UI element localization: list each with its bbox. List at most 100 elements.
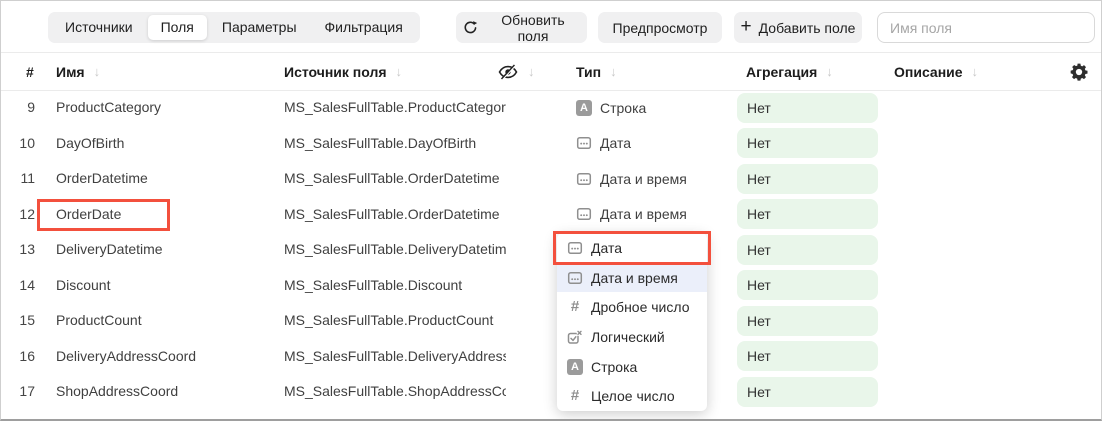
type-dropdown-menu: Дата Дата и время # Дробное число: [557, 233, 707, 411]
column-header-type: Тип ↓: [576, 53, 617, 90]
field-type-cell[interactable]: Дата и время: [576, 161, 687, 197]
refresh-icon: [462, 20, 478, 36]
type-option-boolean[interactable]: Логический: [557, 322, 707, 352]
sort-icon[interactable]: ↓: [528, 64, 535, 79]
aggregation-cell[interactable]: Нет: [737, 93, 878, 123]
sort-icon[interactable]: ↓: [94, 64, 101, 79]
date-type-icon: [576, 135, 592, 151]
field-source-cell[interactable]: MS_SalesFullTable.DayOfBirth: [284, 126, 506, 162]
datetime-type-icon: [576, 171, 592, 187]
field-name-cell[interactable]: OrderDatetime: [56, 161, 148, 197]
refresh-fields-label: Обновить поля: [485, 12, 581, 44]
row-number: 17: [15, 374, 35, 410]
add-field-button[interactable]: + Добавить поле: [734, 12, 862, 43]
column-header-name: Имя ↓: [56, 53, 100, 90]
sort-icon[interactable]: ↓: [972, 64, 979, 79]
boolean-type-icon: [567, 329, 583, 345]
tab-filtering[interactable]: Фильтрация: [312, 15, 416, 40]
tab-bar: Источники Поля Параметры Фильтрация: [48, 12, 420, 43]
field-source-cell[interactable]: MS_SalesFullTable.OrderDatetime: [284, 161, 506, 197]
toolbar: Источники Поля Параметры Фильтрация Обно…: [1, 1, 1101, 53]
field-name-cell[interactable]: DeliveryDatetime: [56, 232, 163, 268]
row-number: 11: [15, 161, 35, 197]
field-source-cell[interactable]: MS_SalesFullTable.ShopAddressCoord: [284, 374, 506, 410]
field-type-label: Дата и время: [600, 206, 687, 222]
aggregation-cell[interactable]: Нет: [737, 270, 878, 300]
aggregation-cell[interactable]: Нет: [737, 164, 878, 194]
aggregation-cell[interactable]: Нет: [737, 306, 878, 336]
field-name-cell[interactable]: Discount: [56, 268, 110, 304]
row-number: 16: [15, 339, 35, 375]
row-number: 13: [15, 232, 35, 268]
field-name-cell[interactable]: DayOfBirth: [56, 126, 124, 162]
field-name-cell[interactable]: ProductCount: [56, 303, 142, 339]
type-option-datetime[interactable]: Дата и время: [557, 263, 707, 293]
tab-parameters[interactable]: Параметры: [209, 15, 310, 40]
add-field-label: Добавить поле: [759, 20, 856, 36]
type-option-label: Дата и время: [591, 270, 678, 286]
table-row: 12 OrderDate MS_SalesFullTable.OrderDate…: [1, 197, 1101, 233]
field-name-cell[interactable]: DeliveryAddressCoord: [56, 339, 196, 375]
aggregation-cell[interactable]: Нет: [737, 235, 878, 265]
field-type-label: Строка: [600, 100, 646, 116]
column-header-number: #: [26, 53, 34, 90]
table-settings-button[interactable]: [1069, 53, 1089, 90]
table-row: 15 ProductCount MS_SalesFullTable.Produc…: [1, 303, 1101, 339]
field-type-cell[interactable]: Дата: [576, 126, 631, 162]
tab-fields[interactable]: Поля: [148, 15, 207, 40]
field-source-cell[interactable]: MS_SalesFullTable.ProductCategory: [284, 90, 506, 126]
type-option-string[interactable]: A Строка: [557, 352, 707, 382]
eye-crossed-icon[interactable]: [497, 61, 519, 83]
column-header-source: Источник поля ↓: [284, 53, 402, 90]
table-body: 9 ProductCategory MS_SalesFullTable.Prod…: [1, 90, 1101, 410]
field-source-cell[interactable]: MS_SalesFullTable.Discount: [284, 268, 506, 304]
field-name-cell[interactable]: ProductCategory: [56, 90, 161, 126]
type-option-float[interactable]: # Дробное число: [557, 292, 707, 322]
tab-sources[interactable]: Источники: [52, 15, 146, 40]
gear-icon: [1069, 62, 1089, 82]
row-number: 14: [15, 268, 35, 304]
column-header-aggregation-label: Агрегация: [746, 64, 817, 80]
field-type-label: Дата и время: [600, 171, 687, 187]
field-type-cell[interactable]: Дата и время: [576, 197, 687, 233]
table-row: 13 DeliveryDatetime MS_SalesFullTable.De…: [1, 232, 1101, 268]
table-row: 14 Discount MS_SalesFullTable.Discount Н…: [1, 268, 1101, 304]
field-name-cell[interactable]: ShopAddressCoord: [56, 374, 178, 410]
type-option-label: Дата: [591, 240, 622, 256]
column-header-name-label: Имя: [56, 64, 85, 80]
sort-icon[interactable]: ↓: [610, 64, 617, 79]
aggregation-cell[interactable]: Нет: [737, 199, 878, 229]
column-header-visibility: ↓: [497, 53, 535, 90]
number-type-icon: #: [567, 299, 583, 315]
sort-icon[interactable]: ↓: [826, 64, 833, 79]
datetime-type-icon: [567, 270, 583, 286]
column-header-description-label: Описание: [894, 64, 963, 80]
field-type-label: Дата: [600, 135, 631, 151]
row-number: 10: [15, 126, 35, 162]
refresh-fields-button[interactable]: Обновить поля: [456, 12, 587, 43]
field-source-cell[interactable]: MS_SalesFullTable.OrderDatetime: [284, 197, 506, 233]
dataset-fields-page: Источники Поля Параметры Фильтрация Обно…: [0, 0, 1102, 421]
preview-button[interactable]: Предпросмотр: [598, 12, 722, 43]
field-name-cell[interactable]: OrderDate: [56, 197, 121, 233]
field-source-cell[interactable]: MS_SalesFullTable.DeliveryDatetime: [284, 232, 506, 268]
integer-type-icon: #: [567, 388, 583, 404]
type-option-label: Дробное число: [591, 299, 690, 315]
field-source-cell[interactable]: MS_SalesFullTable.DeliveryAddressCoord: [284, 339, 506, 375]
aggregation-cell[interactable]: Нет: [737, 341, 878, 371]
column-header-type-label: Тип: [576, 64, 601, 80]
string-type-icon: A: [567, 359, 583, 375]
aggregation-cell[interactable]: Нет: [737, 128, 878, 158]
type-option-integer[interactable]: # Целое число: [557, 381, 707, 411]
aggregation-cell[interactable]: Нет: [737, 377, 878, 407]
row-number: 15: [15, 303, 35, 339]
field-name-input[interactable]: [877, 12, 1095, 43]
datetime-type-icon: [576, 206, 592, 222]
type-option-label: Логический: [591, 329, 665, 345]
sort-icon[interactable]: ↓: [396, 64, 403, 79]
table-header: # Имя ↓ Источник поля ↓ ↓ Тип ↓: [1, 53, 1101, 91]
type-option-date[interactable]: Дата: [557, 233, 707, 263]
column-header-description: Описание ↓: [894, 53, 978, 90]
field-source-cell[interactable]: MS_SalesFullTable.ProductCount: [284, 303, 506, 339]
field-type-cell[interactable]: A Строка: [576, 90, 646, 126]
